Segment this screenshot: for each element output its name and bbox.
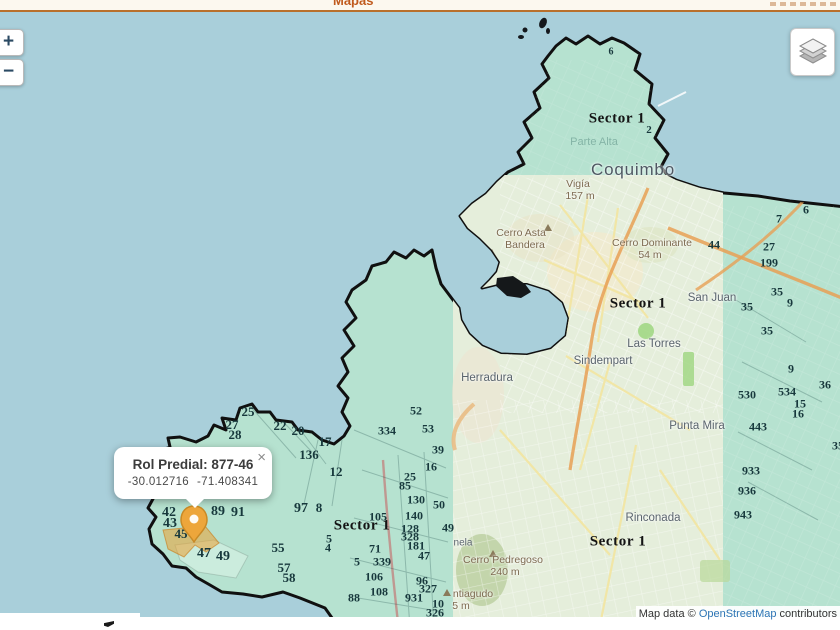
map-attribution: Map data © OpenStreetMap contributors [635, 606, 840, 622]
layers-button[interactable] [790, 28, 835, 76]
popup-coordinates: -30.012716 -71.408341 [127, 476, 259, 488]
cropped-glyph [104, 621, 114, 627]
nav-item-mapas[interactable]: Mapas [333, 0, 373, 8]
zoom-in-button[interactable]: + [0, 29, 24, 56]
zoom-control: + − [0, 29, 24, 89]
popup-title: Rol Predial: 877-46 [132, 457, 254, 472]
attribution-text: Map data © [638, 608, 699, 620]
top-nav-bar: Mapas [0, 0, 840, 12]
tile-edge-bottom-left [0, 613, 140, 630]
zoom-out-button[interactable]: − [0, 59, 24, 86]
map-canvas [0, 12, 840, 630]
map-marker[interactable] [180, 505, 208, 544]
map[interactable] [0, 12, 840, 630]
attribution-suffix: contributors [776, 608, 837, 620]
layers-icon [798, 38, 827, 64]
openstreetmap-link[interactable]: OpenStreetMap [699, 608, 777, 620]
nav-item-cropped[interactable] [770, 2, 836, 6]
popup-pointer [185, 498, 205, 508]
parcel-popup: × Rol Predial: 877-46 -30.012716 -71.4083… [114, 447, 272, 508]
popup-close-icon[interactable]: × [257, 449, 266, 466]
app-window: Mapas 6 2 25 27 28 22 20 17 136 12 8 42 … [0, 0, 840, 630]
